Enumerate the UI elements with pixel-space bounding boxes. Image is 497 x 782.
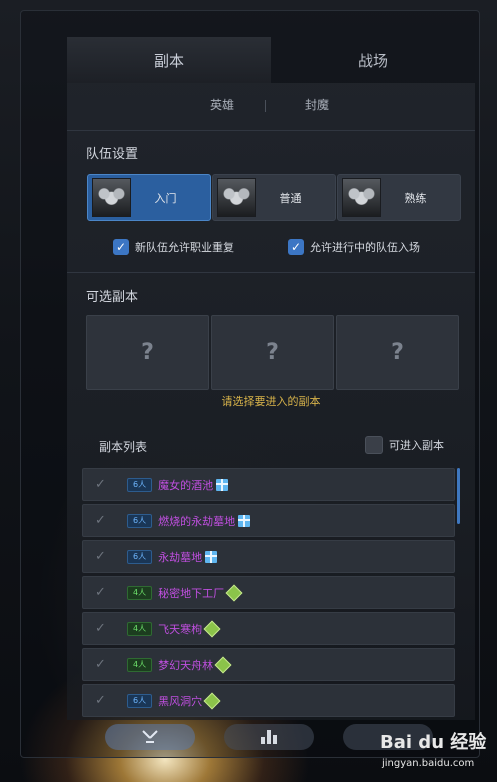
team-portrait-icon	[342, 178, 381, 217]
ranking-button[interactable]	[224, 724, 314, 750]
dungeon-name: 秘密地下工厂	[158, 586, 225, 600]
difficulty-normal-button[interactable]: 普通	[212, 174, 336, 221]
dungeon-name: 永劫墓地	[158, 550, 203, 564]
enterable-filter-checkbox[interactable]: 可进入副本	[365, 436, 444, 454]
difficulty-label: 入门	[154, 191, 177, 205]
check-icon: ✓	[95, 657, 106, 672]
allow-join-label: 允许进行中的队伍入场	[310, 241, 420, 254]
baidu-watermark: Bai du 经验	[380, 732, 487, 753]
dungeon-slot-2[interactable]: ?	[211, 315, 334, 390]
dungeon-slot-1[interactable]: ?	[86, 315, 209, 390]
party-size-badge: 4人	[127, 585, 153, 600]
available-dungeons-title: 可选副本	[86, 290, 139, 305]
check-icon: ✓	[95, 477, 106, 492]
party-size-badge: 4人	[127, 657, 153, 672]
team-settings-title: 队伍设置	[86, 147, 139, 162]
diamond-icon	[203, 620, 221, 637]
team-portrait-icon	[92, 178, 131, 217]
dungeon-name: 黑风洞穴	[158, 694, 203, 708]
difficulty-beginner-button[interactable]: 入门	[87, 174, 211, 221]
dungeon-list-title: 副本列表	[99, 440, 148, 454]
subtab-seal[interactable]: 封魔	[305, 96, 329, 113]
select-dungeon-hint: 请选择要进入的副本	[221, 395, 321, 408]
tab-dungeon[interactable]: 副本	[67, 37, 271, 83]
check-icon: ✓	[95, 585, 106, 600]
gift-icon	[216, 478, 229, 491]
team-portrait-icon	[217, 178, 256, 217]
dungeon-name: 燃烧的永劫墓地	[158, 514, 236, 528]
check-icon: ✓	[95, 693, 106, 708]
difficulty-label: 熟练	[404, 191, 427, 205]
party-size-badge: 6人	[127, 549, 153, 564]
diamond-icon	[203, 692, 221, 709]
subtab-divider	[265, 100, 266, 112]
dungeon-name: 飞天寒枸	[158, 622, 203, 636]
list-item[interactable]: ✓ 4人 飞天寒枸	[82, 612, 455, 645]
list-item[interactable]: ✓ 6人 燃烧的永劫墓地	[82, 504, 455, 537]
party-size-badge: 4人	[127, 621, 153, 636]
question-mark-icon: ?	[391, 340, 404, 365]
party-size-badge: 6人	[127, 477, 153, 492]
subtab-hero[interactable]: 英雄	[210, 96, 234, 113]
baidu-watermark-url: jingyan.baidu.com	[382, 758, 475, 769]
divider	[67, 130, 475, 131]
subtab-bar: 英雄 封魔	[67, 96, 475, 118]
check-icon: ✓	[95, 549, 106, 564]
checkbox-box	[365, 436, 383, 454]
diamond-icon	[214, 656, 232, 673]
allow-duplicate-label: 新队伍允许职业重复	[135, 241, 234, 254]
question-mark-icon: ?	[266, 340, 279, 365]
divider	[67, 272, 475, 273]
list-item[interactable]: ✓ 6人 魔女的酒池	[82, 468, 455, 501]
dungeon-name: 魔女的酒池	[158, 478, 214, 492]
difficulty-skilled-button[interactable]: 熟练	[337, 174, 461, 221]
tab-battlefield[interactable]: 战场	[271, 37, 475, 83]
list-item[interactable]: ✓ 4人 秘密地下工厂	[82, 576, 455, 609]
team-mode-button[interactable]	[105, 724, 195, 750]
tab-dungeon-label: 副本	[153, 51, 184, 70]
list-scrollbar[interactable]	[457, 468, 460, 524]
question-mark-icon: ?	[141, 340, 154, 365]
list-item[interactable]: ✓ 4人 梦幻天舟林	[82, 648, 455, 681]
allow-join-checkbox[interactable]: ✓ 允许进行中的队伍入场	[288, 239, 420, 255]
checkmark-icon: ✓	[288, 239, 304, 255]
diamond-icon	[225, 584, 243, 601]
gift-icon	[205, 550, 218, 563]
list-item[interactable]: ✓ 6人 黑风洞穴	[82, 684, 455, 717]
swords-icon	[142, 730, 158, 743]
gift-icon	[238, 514, 251, 527]
bar-chart-icon	[261, 730, 277, 744]
check-icon: ✓	[95, 513, 106, 528]
party-size-badge: 6人	[127, 513, 153, 528]
party-size-badge: 6人	[127, 693, 153, 708]
checkmark-icon: ✓	[113, 239, 129, 255]
list-item[interactable]: ✓ 6人 永劫墓地	[82, 540, 455, 573]
tab-battlefield-label: 战场	[357, 51, 388, 70]
dungeon-name: 梦幻天舟林	[158, 658, 214, 672]
difficulty-label: 普通	[279, 191, 302, 205]
check-icon: ✓	[95, 621, 106, 636]
dungeon-slot-3[interactable]: ?	[336, 315, 459, 390]
allow-duplicate-checkbox[interactable]: ✓ 新队伍允许职业重复	[113, 239, 234, 255]
enterable-filter-label: 可进入副本	[389, 439, 444, 452]
